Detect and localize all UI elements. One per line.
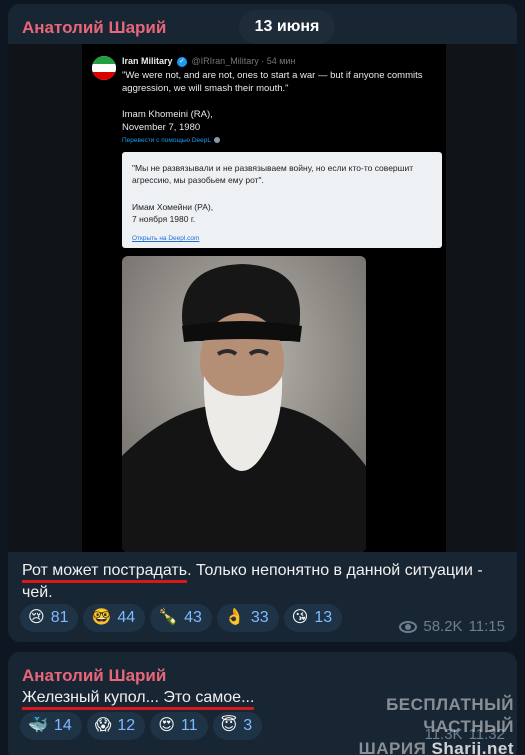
reaction-angel[interactable]: 😇 3	[212, 712, 263, 740]
verified-icon: ✓	[177, 56, 188, 67]
message-meta: 58.2K 11:15	[399, 618, 505, 635]
sender-name[interactable]: Анатолий Шарий	[22, 666, 166, 686]
tweet-signature-line1: Imam Khomeini (RA),	[122, 109, 213, 120]
reaction-scream[interactable]: 😱 12	[86, 712, 146, 740]
message-post-1[interactable]: Анатолий Шарий Iran Military ✓ @IRIran_M…	[8, 4, 517, 642]
nerd-emoji-icon: 🤓	[91, 609, 112, 626]
ok-hand-emoji-icon: 👌	[224, 609, 245, 626]
tweet-header: Iran Military ✓ @IRIran_Military · 54 ми…	[122, 56, 295, 67]
kiss-emoji-icon: 😘	[291, 609, 309, 626]
scream-emoji-icon: 😱	[94, 717, 112, 734]
translation-box: "Мы не развязывали и не развязываем войн…	[122, 152, 442, 248]
translate-link-text: Перевести с помощью DeepL	[122, 137, 212, 144]
translation-signature: Имам Хомейни (РА), 7 ноября 1980 г.	[132, 201, 213, 225]
tweet-screenshot: Iran Military ✓ @IRIran_Military · 54 ми…	[82, 44, 446, 552]
reaction-count: 12	[117, 717, 136, 734]
reaction-count: 43	[184, 609, 202, 626]
whale-emoji-icon: 🐳	[28, 717, 48, 734]
reactions-bar: 😢 81 🤓 44 🍾 43 👌 33 😘 13	[20, 604, 343, 632]
reaction-count: 3	[243, 717, 253, 734]
message-meta: 11.3K 11:32	[424, 726, 505, 743]
sender-name[interactable]: Анатолий Шарий	[22, 18, 166, 38]
tweet-author: Iran Military	[122, 56, 173, 66]
cry-emoji-icon: 😢	[28, 609, 45, 626]
khomeini-portrait-image	[122, 256, 366, 552]
message-time: 11:15	[468, 618, 505, 635]
deepl-link: Открыть на Deepl.com	[132, 235, 200, 242]
tweet-text: "We were not, and are not, ones to start…	[122, 70, 423, 94]
reaction-count: 14	[53, 717, 72, 734]
reaction-count: 44	[117, 609, 136, 626]
caption-highlight: Рот может пострадать	[22, 562, 188, 583]
reaction-count: 13	[314, 609, 333, 626]
reaction-whale[interactable]: 🐳 14	[20, 712, 82, 740]
reaction-ok-hand[interactable]: 👌 33	[216, 604, 279, 632]
date-badge: 13 июня	[239, 10, 335, 44]
view-count: 11.3K	[424, 726, 463, 743]
tweet-signature: Imam Khomeini (RA), November 7, 1980	[122, 108, 213, 134]
translation-sig-line2: 7 ноября 1980 г.	[132, 214, 196, 224]
champagne-emoji-icon: 🍾	[158, 609, 179, 626]
tweet-handle-time: @IRIran_Military · 54 мин	[191, 56, 296, 66]
reaction-heart-eyes[interactable]: 😍 11	[150, 712, 208, 740]
translation-text: "Мы не развязывали и не развязываем войн…	[132, 163, 414, 185]
angel-emoji-icon: 😇	[220, 717, 238, 734]
heart-eyes-emoji-icon: 😍	[158, 717, 175, 734]
iran-flag-avatar	[92, 56, 116, 80]
reactions-bar: 🐳 14 😱 12 😍 11 😇 3	[20, 712, 263, 740]
translation-sig-line1: Имам Хомейни (РА),	[132, 202, 214, 212]
message-post-2[interactable]: Анатолий Шарий Железный купол... Это сам…	[8, 652, 517, 755]
translate-link: Перевести с помощью DeepL	[122, 137, 221, 144]
reaction-count: 33	[250, 609, 269, 626]
post-caption: Рот может пострадать. Только непонятно в…	[22, 560, 507, 604]
view-count: 58.2K	[423, 618, 463, 635]
reaction-champagne[interactable]: 🍾 43	[150, 604, 212, 632]
reaction-kiss[interactable]: 😘 13	[283, 604, 343, 632]
reaction-nerd[interactable]: 🤓 44	[83, 604, 146, 632]
message-time: 11:32	[468, 726, 505, 743]
deepl-icon	[214, 137, 221, 144]
post-caption: Железный купол... Это самое...	[22, 689, 255, 710]
tweet-signature-line2: November 7, 1980	[122, 122, 201, 133]
reaction-count: 81	[50, 609, 69, 626]
eye-icon	[399, 620, 418, 633]
reaction-cry[interactable]: 😢 81	[20, 604, 79, 632]
caption-highlight: Железный купол... Это самое...	[22, 689, 255, 710]
media-screenshot[interactable]: Iran Military ✓ @IRIran_Military · 54 ми…	[8, 44, 517, 552]
reaction-count: 11	[180, 717, 198, 734]
